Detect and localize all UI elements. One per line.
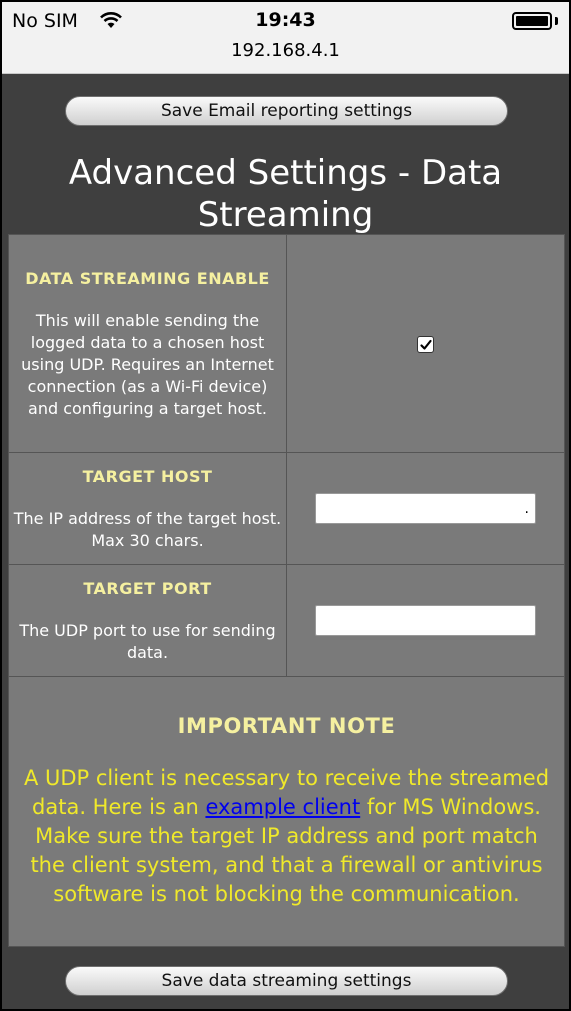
settings-table: DATA STREAMING ENABLE This will enable s…: [8, 234, 565, 947]
table-row: TARGET HOST The IP address of the target…: [8, 452, 565, 565]
phone-screen: No SIM 19:43 192.168.4.1 Save Email repo…: [0, 0, 571, 1011]
data-streaming-enable-label: DATA STREAMING ENABLE: [25, 268, 270, 288]
important-note-title: IMPORTANT NOTE: [177, 714, 396, 738]
label-cell: TARGET PORT The UDP port to use for send…: [8, 564, 287, 677]
clock: 19:43: [255, 9, 316, 31]
label-cell: TARGET HOST The IP address of the target…: [8, 452, 287, 565]
important-note-cell: IMPORTANT NOTE A UDP client is necessary…: [8, 676, 565, 947]
target-host-input[interactable]: [315, 493, 536, 524]
status-bar: No SIM 19:43 192.168.4.1: [2, 2, 569, 74]
control-cell: [286, 234, 565, 453]
label-cell: DATA STREAMING ENABLE This will enable s…: [8, 234, 287, 453]
target-host-label: TARGET HOST: [82, 466, 213, 486]
table-row: IMPORTANT NOTE A UDP client is necessary…: [8, 676, 565, 947]
data-streaming-enable-description: This will enable sending the logged data…: [21, 310, 274, 418]
control-cell: [286, 452, 565, 565]
target-port-input[interactable]: [315, 605, 536, 636]
target-port-description: The UDP port to use for sending data.: [19, 620, 276, 662]
table-row: DATA STREAMING ENABLE This will enable s…: [8, 234, 565, 453]
address-bar[interactable]: 192.168.4.1: [2, 40, 569, 61]
page-title: Advanced Settings - Data Streaming: [68, 153, 503, 235]
battery-tip: [555, 17, 558, 25]
target-host-description: The IP address of the target host. Max 3…: [13, 508, 282, 550]
data-streaming-enable-checkbox[interactable]: [417, 336, 434, 353]
save-data-streaming-settings-button[interactable]: Save data streaming settings: [65, 966, 508, 996]
example-client-link[interactable]: example client: [205, 795, 360, 819]
target-port-label: TARGET PORT: [83, 578, 212, 598]
battery-icon: [512, 12, 552, 30]
save-email-settings-button[interactable]: Save Email reporting settings: [65, 96, 508, 126]
table-row: TARGET PORT The UDP port to use for send…: [8, 564, 565, 677]
control-cell: [286, 564, 565, 677]
important-note-text: A UDP client is necessary to receive the…: [15, 764, 558, 909]
checkmark-icon: [420, 339, 432, 350]
